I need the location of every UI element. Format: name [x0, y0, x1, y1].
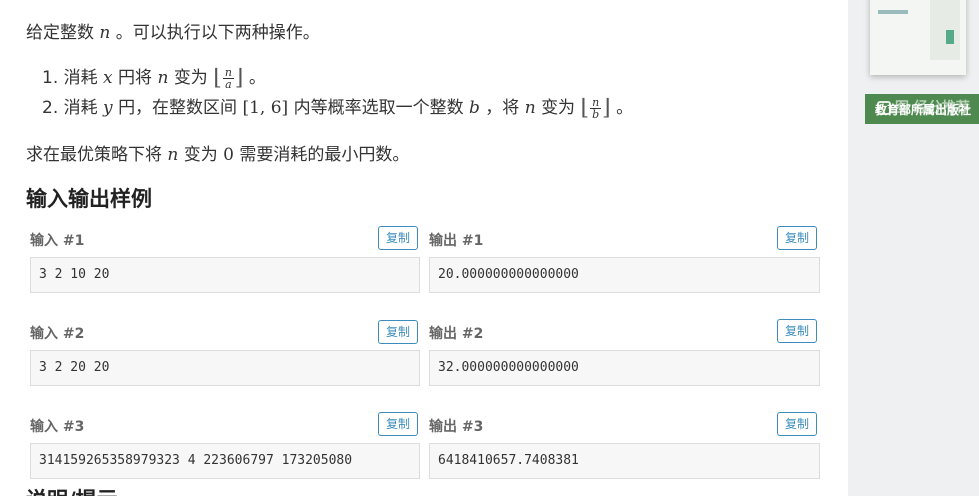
statement-text: 变为 — [183, 145, 218, 165]
problem-content: 给定整数 n 。可以执行以下两种操作。 1. 消耗 x 円将 n 变为 ⌊ n a ⌋… — [0, 0, 848, 496]
statement-text: 。可以执行以下两种操作。 — [115, 23, 320, 43]
cover-decoration — [878, 10, 908, 14]
sidebar-ad-banner[interactable]: 图 经分推荐 教育部所属出版社 — [865, 94, 979, 124]
statement-text: 。 — [248, 68, 266, 88]
book-cover-image[interactable] — [870, 0, 966, 75]
list-number: 2. — [42, 98, 59, 118]
math-interval: [1, 6] — [242, 98, 289, 118]
fraction-n-over-a: na — [222, 65, 234, 91]
operation-1: 1. 消耗 x 円将 n 变为 ⌊ n a ⌋ 。 — [42, 63, 266, 91]
statement-text: ，将 — [485, 98, 520, 118]
copy-input-1-button[interactable]: 复制 — [378, 226, 418, 250]
statement-text: 円将 — [118, 68, 153, 88]
copy-input-3-button[interactable]: 复制 — [378, 412, 418, 436]
fraction-numerator: n — [222, 65, 234, 79]
math-var-n: n — [157, 68, 169, 88]
input-3-box[interactable]: 314159265358979323 4 223606797 173205080 — [30, 443, 420, 479]
cover-decoration — [930, 0, 960, 60]
statement-text: 消耗 — [63, 98, 98, 118]
fraction-denominator: b — [592, 107, 600, 121]
statement-text: 円，在整数区间 — [118, 98, 238, 118]
output-1-label: 输出 #1 — [429, 233, 484, 249]
copy-output-2-button[interactable]: 复制 — [777, 319, 817, 343]
floor-right-symbol: ⌋ — [602, 95, 611, 121]
statement-text: 内等概率选取一个整数 — [293, 98, 464, 118]
fraction-denominator: a — [225, 77, 232, 91]
statement-text: 求在最优策略下将 — [26, 145, 162, 165]
floor-left-symbol: ⌊ — [580, 95, 590, 121]
math-var-y: y — [103, 98, 113, 118]
math-zero: 0 — [223, 145, 234, 165]
math-var-x: x — [103, 68, 113, 88]
output-3-box[interactable]: 6418410657.7408381 — [429, 443, 820, 479]
math-var-n: n — [99, 23, 111, 43]
input-2-box[interactable]: 3 2 20 20 — [30, 350, 420, 386]
statement-line-3: 求在最优策略下将 n 变为 0 需要消耗的最小円数。 — [26, 140, 409, 165]
statement-text: 给定整数 — [26, 23, 94, 43]
sidebar: 图 经分推荐 教育部所属出版社 — [848, 0, 979, 496]
input-1-label: 输入 #1 — [30, 233, 85, 249]
statement-text: 需要消耗的最小円数。 — [239, 145, 410, 165]
copy-output-3-button[interactable]: 复制 — [777, 412, 817, 436]
input-2-label: 输入 #2 — [30, 326, 85, 342]
math-var-n: n — [524, 98, 536, 118]
statement-line-1: 给定整数 n 。可以执行以下两种操作。 — [26, 18, 320, 43]
math-var-n: n — [167, 145, 179, 165]
statement-text: 。 — [616, 98, 634, 118]
statement-text: 变为 — [541, 98, 576, 118]
output-2-box[interactable]: 32.000000000000000 — [429, 350, 820, 386]
hint-heading: 说明/提示 — [26, 484, 118, 496]
floor-right-symbol: ⌋ — [234, 65, 244, 91]
input-3-label: 输入 #3 — [30, 419, 85, 435]
copy-input-2-button[interactable]: 复制 — [378, 320, 418, 344]
fraction-numerator: n — [590, 95, 602, 109]
output-3-label: 输出 #3 — [429, 419, 484, 435]
banner-text: 教育部所属出版社 — [875, 103, 972, 117]
statement-text: 变为 — [173, 68, 208, 88]
output-2-label: 输出 #2 — [429, 326, 484, 342]
math-var-b: b — [469, 98, 480, 118]
copy-output-1-button[interactable]: 复制 — [777, 226, 817, 250]
statement-text: 消耗 — [63, 68, 98, 88]
input-1-box[interactable]: 3 2 10 20 — [30, 257, 420, 293]
operation-2: 2. 消耗 y 円，在整数区间 [1, 6] 内等概率选取一个整数 b ，将 n… — [42, 93, 633, 121]
list-number: 1. — [42, 68, 59, 88]
fraction-n-over-b: nb — [590, 95, 602, 121]
output-1-box[interactable]: 20.000000000000000 — [429, 257, 820, 293]
samples-heading: 输入输出样例 — [26, 187, 152, 211]
floor-left-symbol: ⌊ — [213, 65, 222, 91]
cover-decoration — [946, 30, 954, 44]
